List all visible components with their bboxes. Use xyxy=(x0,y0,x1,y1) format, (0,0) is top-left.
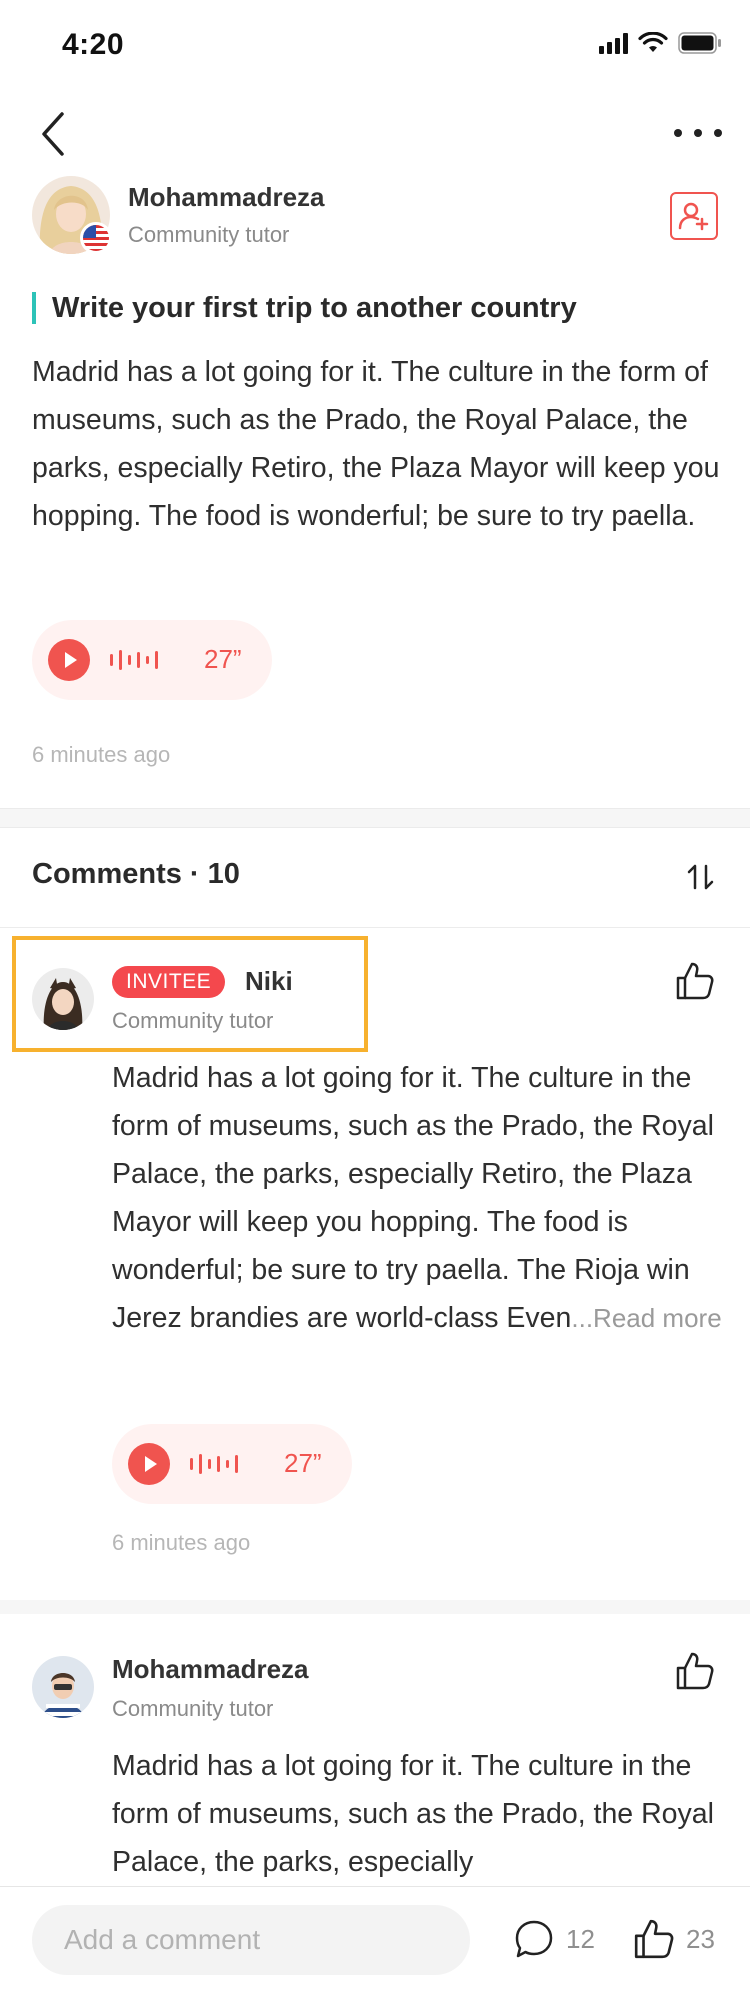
cellular-signal-icon xyxy=(599,32,628,54)
comment-author-name[interactable]: Mohammadreza xyxy=(112,1654,309,1685)
comment-author-name[interactable]: Niki xyxy=(245,966,293,997)
comment-avatar[interactable] xyxy=(32,1656,94,1718)
comment-body: Madrid has a lot going for it. The cultu… xyxy=(112,1054,722,1342)
bottom-bar: 12 23 xyxy=(0,1886,750,1990)
post-author: Mohammadreza Community tutor xyxy=(32,176,722,256)
status-time: 4:20 xyxy=(62,28,125,61)
post-title: Write your first trip to another country xyxy=(32,292,722,324)
status-icons xyxy=(599,32,722,54)
waveform-icon xyxy=(190,1452,238,1476)
play-icon[interactable] xyxy=(128,1443,170,1485)
comment-like-button[interactable] xyxy=(674,1650,716,1692)
comment-input[interactable] xyxy=(32,1905,470,1975)
comments-count-button[interactable]: 12 xyxy=(512,1911,595,1967)
wifi-icon xyxy=(638,32,668,52)
comment-avatar[interactable] xyxy=(32,968,94,1030)
audio-duration: 27” xyxy=(284,1448,322,1478)
more-dot xyxy=(674,129,682,137)
comment-timestamp: 6 minutes ago xyxy=(112,1530,251,1555)
sort-arrows-icon xyxy=(687,864,714,890)
thumbs-up-icon xyxy=(634,1919,674,1959)
more-button[interactable] xyxy=(674,116,722,150)
top-nav xyxy=(0,98,750,168)
thumbs-up-icon xyxy=(676,962,714,1000)
author-name[interactable]: Mohammadreza xyxy=(128,182,325,213)
header-divider xyxy=(0,927,750,928)
comment-like-button[interactable] xyxy=(674,960,716,1002)
status-bar: 4:20 xyxy=(0,0,750,88)
post-timestamp: 6 minutes ago xyxy=(32,742,171,767)
post-audio-player[interactable]: 27” xyxy=(32,620,272,700)
more-dot xyxy=(714,129,722,137)
back-button[interactable] xyxy=(34,106,74,162)
sort-button[interactable] xyxy=(684,860,718,894)
us-flag-icon xyxy=(80,222,112,254)
section-divider xyxy=(0,808,750,828)
comments-title: Comments · 10 xyxy=(32,858,240,890)
read-more-link[interactable]: ...Read more xyxy=(571,1303,721,1333)
play-icon[interactable] xyxy=(48,639,90,681)
follow-button[interactable] xyxy=(670,192,718,240)
comment-count: 12 xyxy=(566,1923,595,1954)
comment-body-text: Madrid has a lot going for it. The cultu… xyxy=(112,1062,714,1334)
battery-icon xyxy=(678,32,721,54)
comment-author-role: Community tutor xyxy=(112,1008,274,1033)
like-count: 23 xyxy=(686,1923,715,1954)
post-body: Madrid has a lot going for it. The cultu… xyxy=(32,356,720,532)
comment-body: Madrid has a lot going for it. The cultu… xyxy=(112,1750,714,1878)
comment-bubble-icon xyxy=(515,1920,553,1958)
thumbs-up-icon xyxy=(676,1652,714,1690)
author-role: Community tutor xyxy=(128,222,290,247)
comment-audio-player[interactable]: 27” xyxy=(112,1424,352,1504)
more-dot xyxy=(694,129,702,137)
waveform-icon xyxy=(110,648,158,672)
add-user-icon xyxy=(678,202,709,231)
comment-divider xyxy=(0,1600,750,1614)
audio-duration: 27” xyxy=(204,644,242,674)
comment-author-role: Community tutor xyxy=(112,1696,274,1721)
invitee-badge: INVITEE xyxy=(112,966,226,998)
like-count-button[interactable]: 23 xyxy=(632,1911,715,1967)
chevron-left-icon xyxy=(42,112,64,156)
